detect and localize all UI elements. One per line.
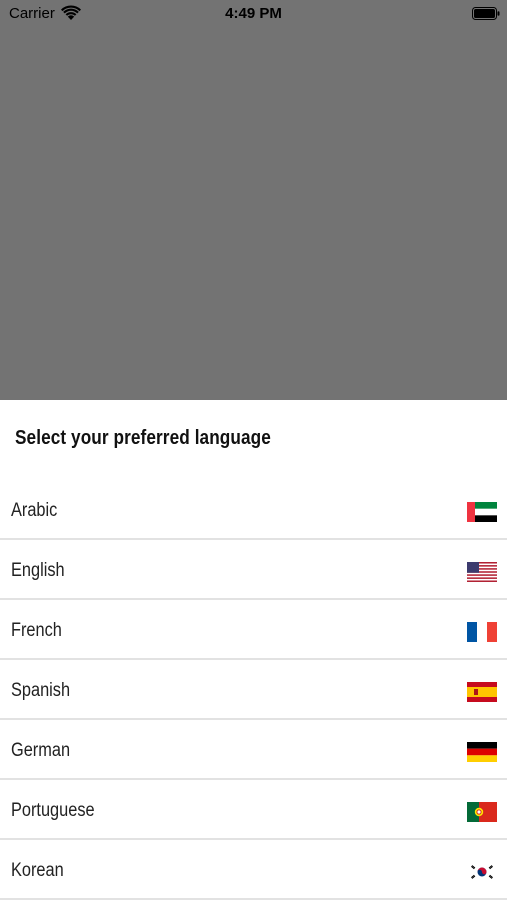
language-row-korean[interactable]: Korean [0,840,507,900]
language-label: German [11,740,71,761]
language-row-german[interactable]: German [0,720,507,780]
language-list: Arabic English French Spanish German Por… [0,480,507,900]
status-time: 4:49 PM [225,5,282,22]
language-row-spanish[interactable]: Spanish [0,660,507,720]
germany-flag-icon [467,742,497,762]
sheet-title: Select your preferred language [15,427,271,449]
language-label: English [11,560,65,581]
language-label: French [11,620,62,641]
language-label: Korean [11,860,64,881]
battery-icon [472,7,500,20]
status-bar: Carrier 4:49 PM [0,0,507,28]
language-row-french[interactable]: French [0,600,507,660]
language-row-portuguese[interactable]: Portuguese [0,780,507,840]
language-sheet: Select your preferred language Arabic En… [0,400,507,900]
language-row-arabic[interactable]: Arabic [0,480,507,540]
us-flag-icon [467,562,497,582]
uae-flag-icon [467,502,497,522]
korea-flag-icon [467,862,497,882]
language-label: Portuguese [11,800,95,821]
language-label: Spanish [11,680,71,701]
portugal-flag-icon [467,802,497,822]
france-flag-icon [467,622,497,642]
language-row-english[interactable]: English [0,540,507,600]
language-label: Arabic [11,500,58,521]
spain-flag-icon [467,682,497,702]
